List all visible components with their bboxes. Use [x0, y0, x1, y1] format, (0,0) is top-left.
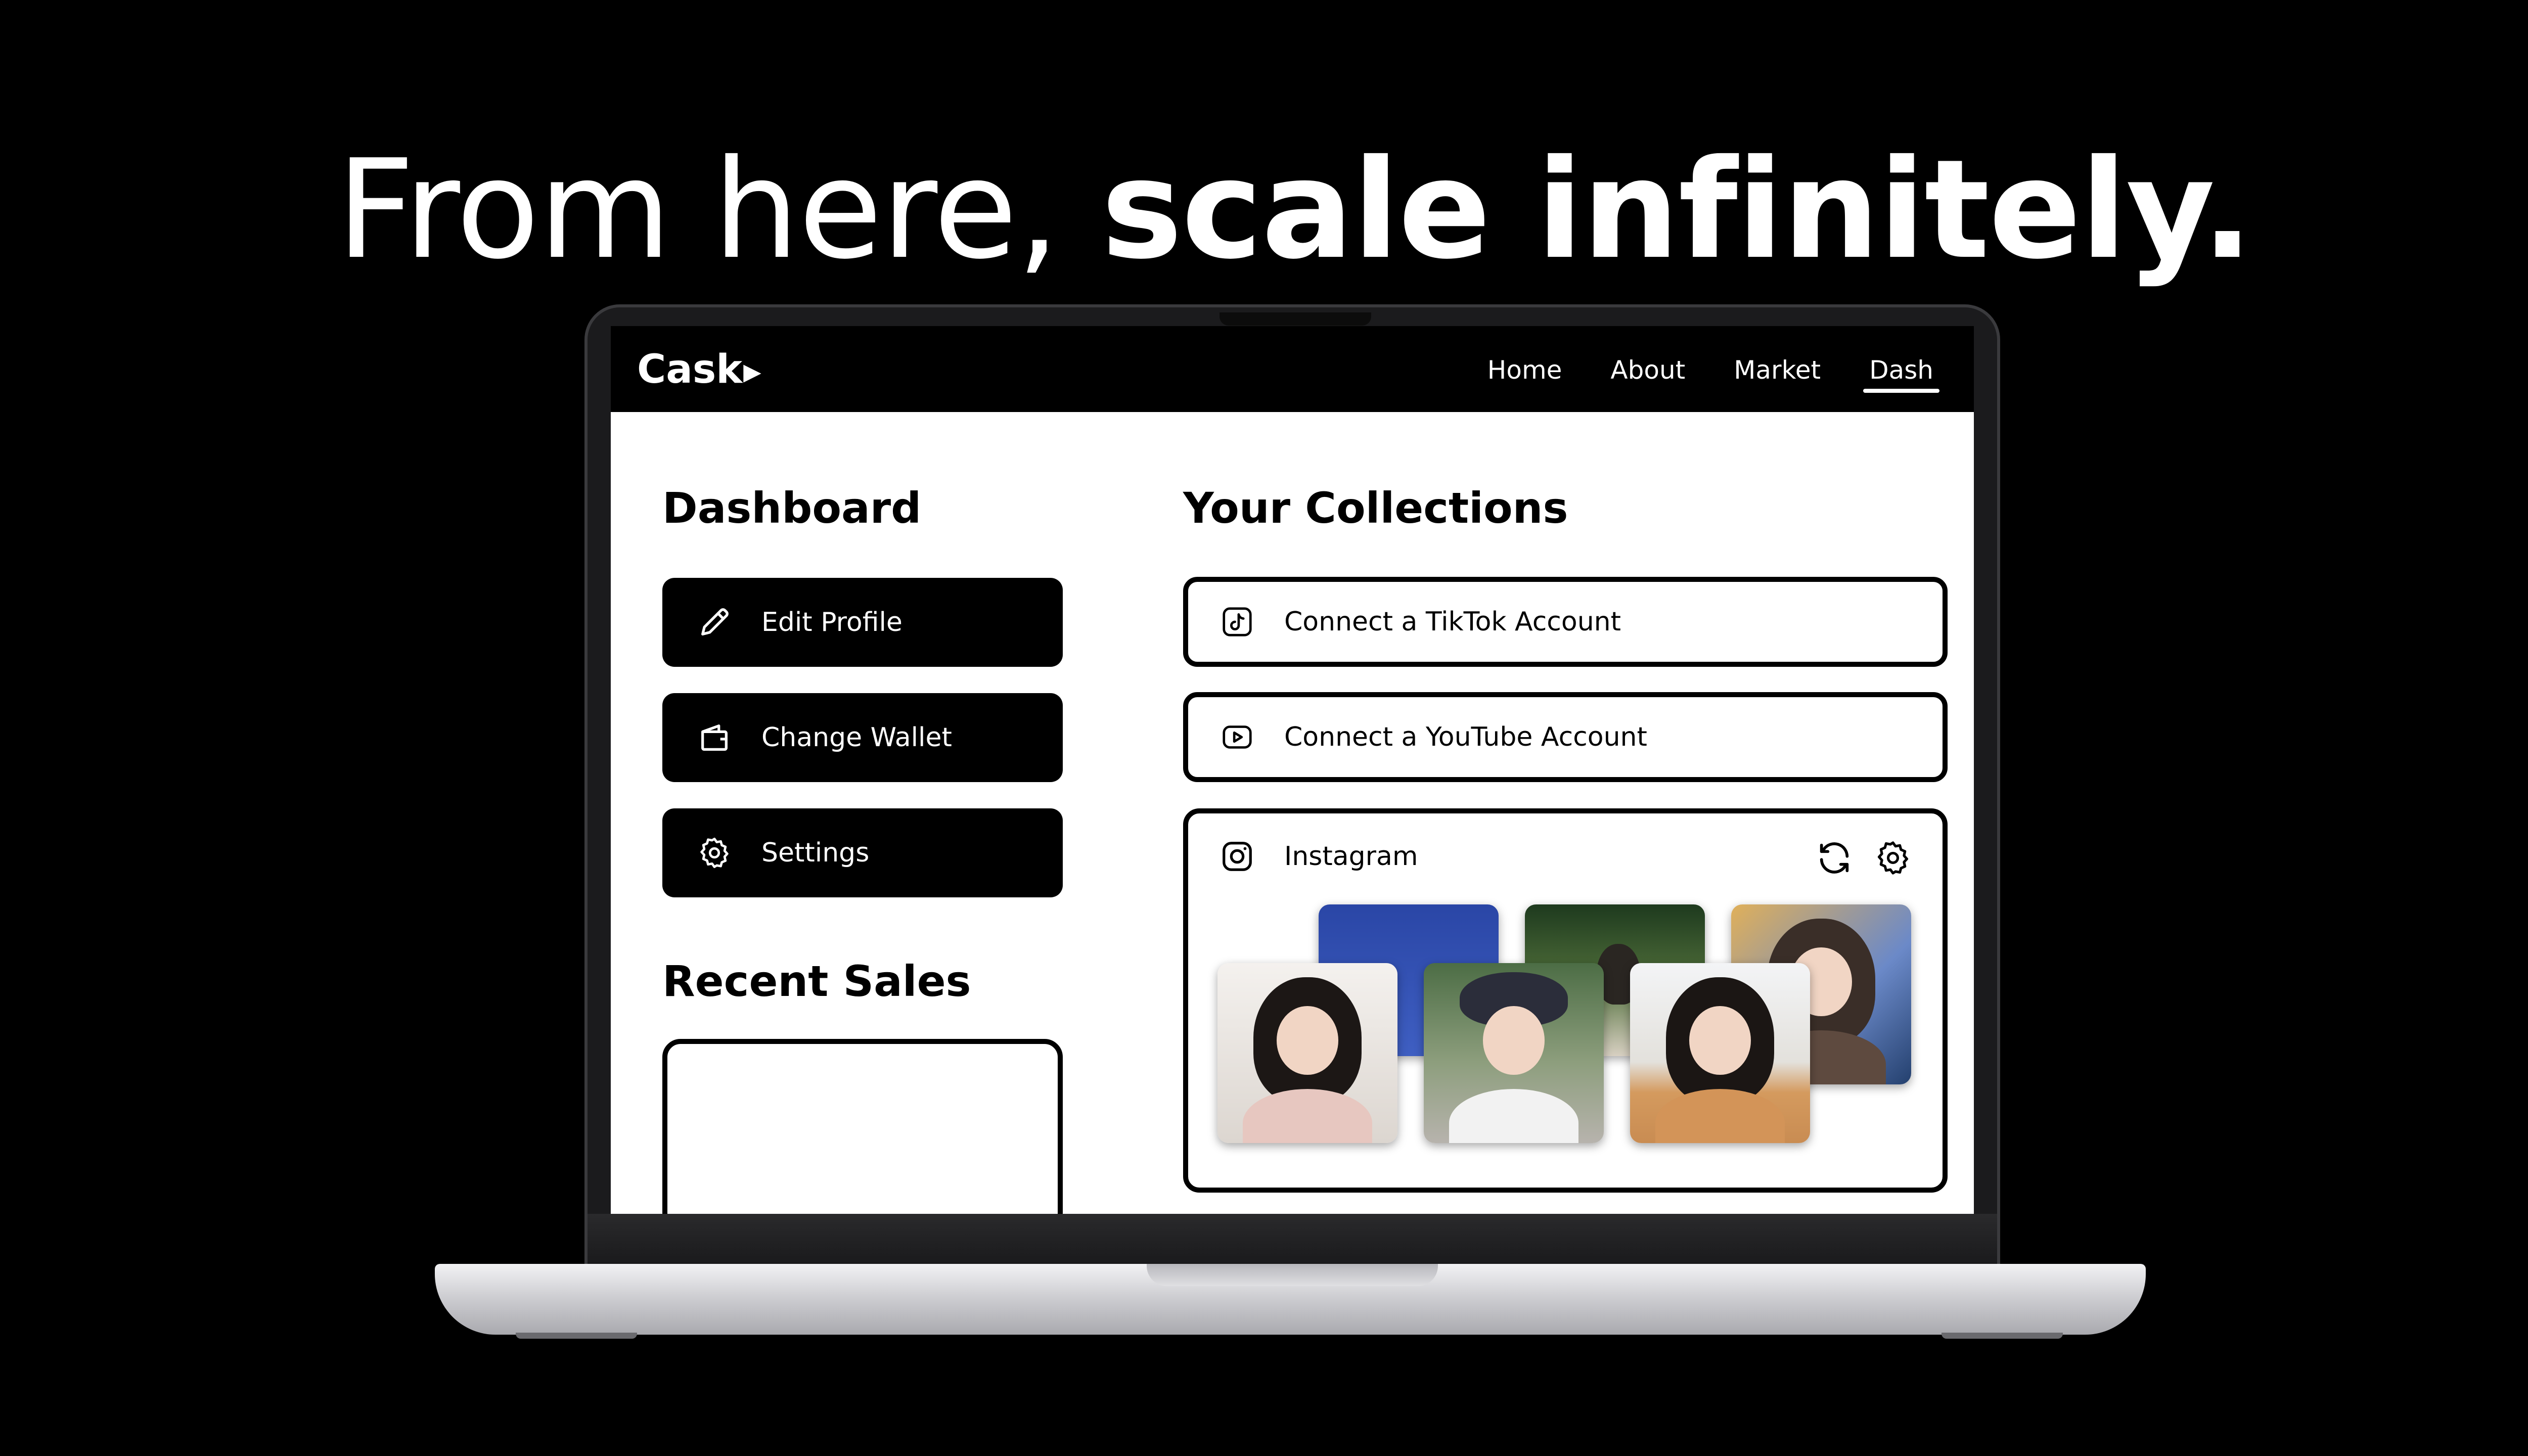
instagram-photo[interactable] [1630, 963, 1810, 1143]
connect-youtube-label: Connect a YouTube Account [1284, 722, 1647, 752]
gear-icon [700, 837, 729, 869]
pencil-icon [701, 608, 729, 635]
nav-about[interactable]: About [1610, 352, 1685, 388]
recent-sales-title: Recent Sales [662, 957, 971, 1006]
dashboard-title: Dashboard [662, 483, 922, 533]
camera-notch [1220, 312, 1371, 326]
instagram-photo[interactable] [1217, 963, 1397, 1143]
collections-title: Your Collections [1183, 483, 1568, 533]
settings-label: Settings [761, 838, 870, 868]
laptop-foot-right [1942, 1333, 2063, 1339]
nav-market[interactable]: Market [1734, 352, 1821, 388]
edit-profile-label: Edit Profile [761, 607, 902, 638]
gear-icon[interactable] [1874, 839, 1912, 877]
change-wallet-label: Change Wallet [761, 722, 952, 753]
instagram-actions [1815, 839, 1912, 877]
tiktok-icon [1223, 607, 1252, 636]
headline-bold: scale infinitely. [1101, 130, 2253, 289]
logo-text: Cask [637, 347, 743, 392]
connect-tiktok-label: Connect a TikTok Account [1284, 607, 1621, 637]
instagram-icon [1223, 842, 1252, 871]
headline-light: From here, [336, 130, 1102, 289]
instagram-header: Instagram [1220, 839, 1418, 874]
top-nav: Cask▶ Home About Market Dash [611, 326, 1974, 412]
edit-profile-button[interactable]: Edit Profile [662, 578, 1063, 667]
laptop-foot-left [516, 1333, 637, 1339]
settings-button[interactable]: Settings [662, 808, 1063, 897]
refresh-icon[interactable] [1815, 839, 1854, 877]
recent-sales-panel [662, 1039, 1063, 1214]
instagram-photo[interactable] [1424, 963, 1604, 1143]
connect-tiktok-button[interactable]: Connect a TikTok Account [1183, 577, 1948, 667]
connect-youtube-button[interactable]: Connect a YouTube Account [1183, 692, 1948, 782]
laptop-bezel-bottom [588, 1214, 1997, 1264]
main-content: Dashboard Edit Profile Change Wallet Set… [611, 412, 1974, 1214]
logo[interactable]: Cask▶ [637, 346, 761, 398]
laptop-thumb-notch [1147, 1264, 1438, 1286]
headline: From here, scale infinitely. [0, 126, 2528, 293]
youtube-icon [1223, 725, 1252, 749]
laptop-screen: Cask▶ Home About Market Dash Dashboard E… [611, 326, 1974, 1214]
nav-dash[interactable]: Dash [1863, 352, 1939, 393]
nav-links: Home About Market Dash [1439, 352, 1939, 393]
instagram-label: Instagram [1284, 841, 1418, 872]
wallet-icon [701, 724, 728, 751]
instagram-card: Instagram [1183, 808, 1948, 1193]
logo-arrow-icon: ▶ [743, 358, 761, 385]
nav-home[interactable]: Home [1487, 352, 1562, 388]
change-wallet-button[interactable]: Change Wallet [662, 693, 1063, 782]
